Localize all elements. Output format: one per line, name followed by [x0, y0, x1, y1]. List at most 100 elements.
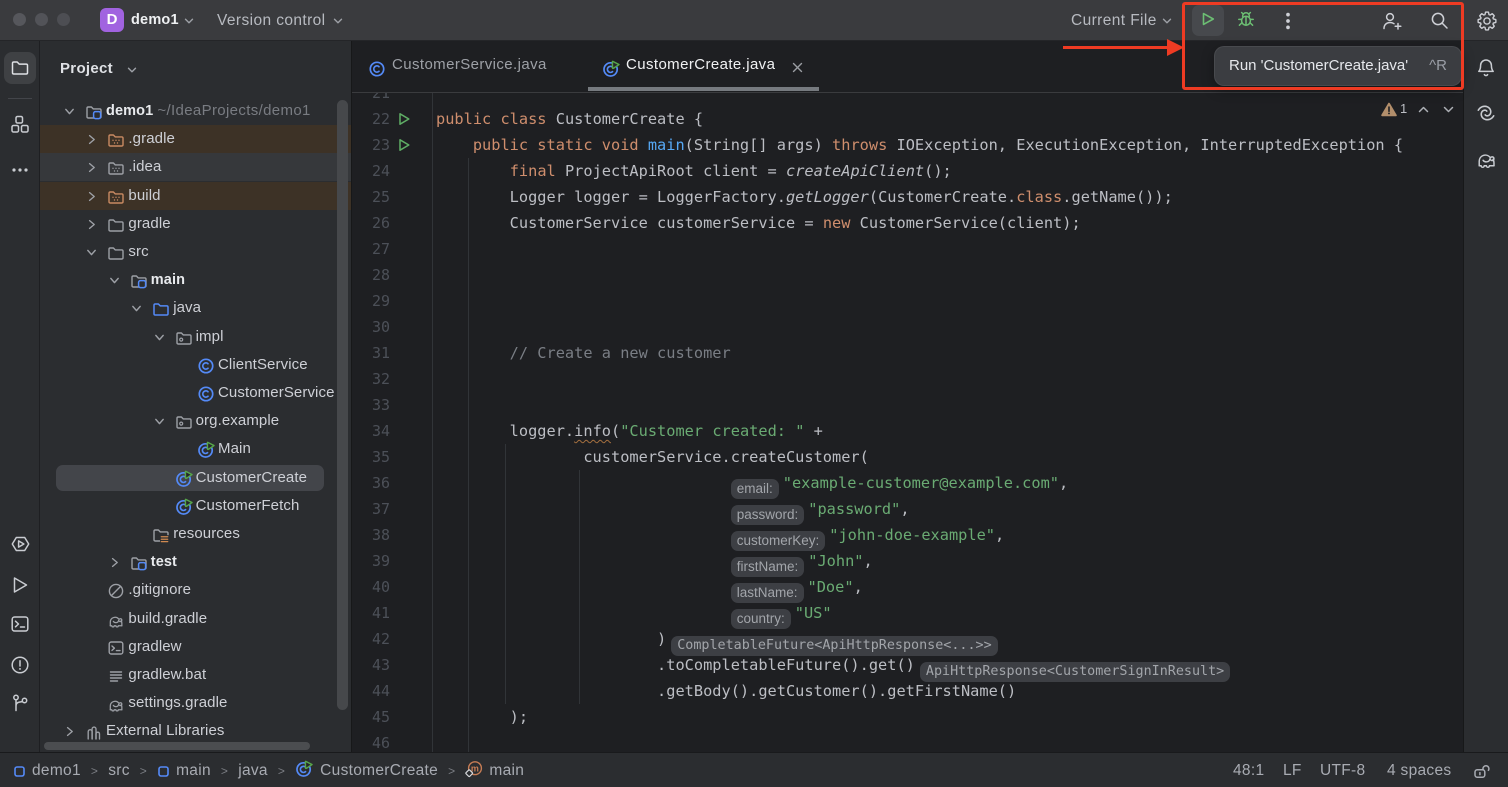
line-number[interactable]: 40	[352, 574, 390, 600]
line-number[interactable]: 39	[352, 548, 390, 574]
problems-icon[interactable]	[10, 655, 30, 675]
tree-row-src[interactable]: src	[40, 238, 352, 266]
run-tool-icon[interactable]	[10, 575, 30, 595]
run-line-icon[interactable]	[397, 138, 411, 152]
line-number[interactable]: 34	[352, 418, 390, 444]
line-number[interactable]: 32	[352, 366, 390, 392]
tree-chevron-down-icon[interactable]	[108, 274, 121, 287]
line-number[interactable]: 21	[352, 93, 390, 106]
line-number[interactable]: 37	[352, 496, 390, 522]
line-number[interactable]: 27	[352, 236, 390, 262]
line-number[interactable]: 45	[352, 704, 390, 730]
line-number[interactable]: 29	[352, 288, 390, 314]
lock-icon[interactable]	[1473, 763, 1490, 779]
line-number[interactable]: 46	[352, 730, 390, 752]
tab-CustomerService.java[interactable]: CustomerService.java	[392, 41, 547, 88]
run-configuration-selector[interactable]: Current File	[1071, 0, 1157, 41]
tree-row-resources[interactable]: resources	[40, 520, 352, 548]
tree-row-gradlew-bat[interactable]: gradlew.bat	[40, 661, 352, 689]
tree-chevron-right-icon[interactable]	[85, 133, 98, 146]
tree-row-java[interactable]: java	[40, 294, 352, 322]
vcs-widget[interactable]: Version control	[217, 0, 326, 41]
line-number[interactable]: 22	[352, 106, 390, 132]
tree-row-settings-gradle[interactable]: settings.gradle	[40, 689, 352, 717]
tree-row-customerservice[interactable]: CustomerService	[40, 379, 352, 407]
tree-row-build[interactable]: build	[40, 182, 352, 210]
tree-row-external-libraries[interactable]: External Libraries	[40, 717, 352, 745]
line-number[interactable]: 38	[352, 522, 390, 548]
tree-row-org-example[interactable]: org.example	[40, 407, 352, 435]
settings-icon[interactable]	[1477, 11, 1497, 31]
line-number[interactable]: 43	[352, 652, 390, 678]
tree-chevron-right-icon[interactable]	[108, 556, 121, 569]
line-number[interactable]: 25	[352, 184, 390, 210]
line-number[interactable]: 28	[352, 262, 390, 288]
tree-chevron-down-icon[interactable]	[63, 105, 76, 118]
tree-row-customercreate[interactable]: CustomerCreate	[40, 464, 352, 492]
line-number[interactable]: 23	[352, 132, 390, 158]
tree-chevron-right-icon[interactable]	[85, 218, 98, 231]
project-avatar[interactable]: D	[100, 8, 124, 32]
tab-close-icon[interactable]	[792, 62, 803, 73]
tab-CustomerCreate.java[interactable]: CustomerCreate.java	[626, 41, 775, 88]
more-tool-windows-icon[interactable]	[10, 163, 30, 177]
project-icon[interactable]	[10, 58, 30, 78]
breadcrumb-item-main[interactable]: main	[176, 762, 211, 779]
line-number[interactable]: 41	[352, 600, 390, 626]
tree-row-main[interactable]: Main	[40, 435, 352, 463]
tree-row-test[interactable]: test	[40, 548, 352, 576]
breadcrumb[interactable]: demo1>src>main>java> CustomerCreate> m m…	[13, 753, 524, 787]
project-horizontal-scrollbar[interactable]	[44, 742, 310, 750]
tree-chevron-right-icon[interactable]	[85, 190, 98, 203]
ai-assistant-icon[interactable]	[1475, 102, 1497, 124]
breadcrumb-item-main[interactable]: main	[489, 762, 524, 779]
breadcrumb-item-java[interactable]: java	[238, 762, 268, 779]
indent-style[interactable]: 4 spaces	[1387, 753, 1451, 787]
tree-row--idea[interactable]: .idea	[40, 153, 352, 181]
terminal-icon[interactable]	[10, 614, 30, 634]
tree-chevron-down-icon[interactable]	[153, 415, 166, 428]
window-zoom-button[interactable]	[57, 13, 70, 26]
notifications-icon[interactable]	[1475, 57, 1497, 79]
services-icon[interactable]	[10, 534, 31, 554]
caret-position[interactable]: 48:1	[1233, 753, 1264, 787]
tree-row-main[interactable]: main	[40, 266, 352, 294]
line-number[interactable]: 24	[352, 158, 390, 184]
git-icon[interactable]	[10, 693, 30, 713]
code-viewport[interactable]: 2122public class CustomerCreate {23 publ…	[352, 93, 1463, 752]
file-encoding[interactable]: UTF-8	[1320, 753, 1365, 787]
project-widget[interactable]: demo1	[131, 0, 179, 41]
run-line-icon[interactable]	[397, 112, 411, 126]
tree-row-demo1[interactable]: demo1 ~/IdeaProjects/demo1	[40, 97, 352, 125]
line-number[interactable]: 30	[352, 314, 390, 340]
window-close-button[interactable]	[13, 13, 26, 26]
line-number[interactable]: 42	[352, 626, 390, 652]
window-minimize-button[interactable]	[35, 13, 48, 26]
breadcrumb-item-CustomerCreate[interactable]: CustomerCreate	[320, 762, 438, 779]
tree-row-impl[interactable]: impl	[40, 323, 352, 351]
project-vertical-scrollbar[interactable]	[337, 100, 348, 710]
line-number[interactable]: 33	[352, 392, 390, 418]
tree-chevron-down-icon[interactable]	[85, 246, 98, 259]
tree-row--gitignore[interactable]: .gitignore	[40, 576, 352, 604]
gradle-icon[interactable]	[1475, 147, 1498, 170]
tree-row-customerfetch[interactable]: CustomerFetch	[40, 492, 352, 520]
line-number[interactable]: 31	[352, 340, 390, 366]
line-number[interactable]: 36	[352, 470, 390, 496]
line-number[interactable]: 35	[352, 444, 390, 470]
line-separator[interactable]: LF	[1283, 753, 1302, 787]
tree-chevron-down-icon[interactable]	[153, 331, 166, 344]
tree-chevron-right-icon[interactable]	[85, 161, 98, 174]
tree-row-build-gradle[interactable]: build.gradle	[40, 605, 352, 633]
tree-row--gradle[interactable]: .gradle	[40, 125, 352, 153]
tree-chevron-down-icon[interactable]	[130, 302, 143, 315]
line-number[interactable]: 44	[352, 678, 390, 704]
project-panel-title[interactable]: Project	[60, 41, 113, 97]
breadcrumb-item-src[interactable]: src	[108, 762, 130, 779]
tree-row-gradlew[interactable]: gradlew	[40, 633, 352, 661]
structure-icon[interactable]	[10, 114, 30, 134]
tree-chevron-right-icon[interactable]	[63, 725, 76, 738]
line-number[interactable]: 26	[352, 210, 390, 236]
tree-row-clientservice[interactable]: ClientService	[40, 351, 352, 379]
tree-row-gradle[interactable]: gradle	[40, 210, 352, 238]
